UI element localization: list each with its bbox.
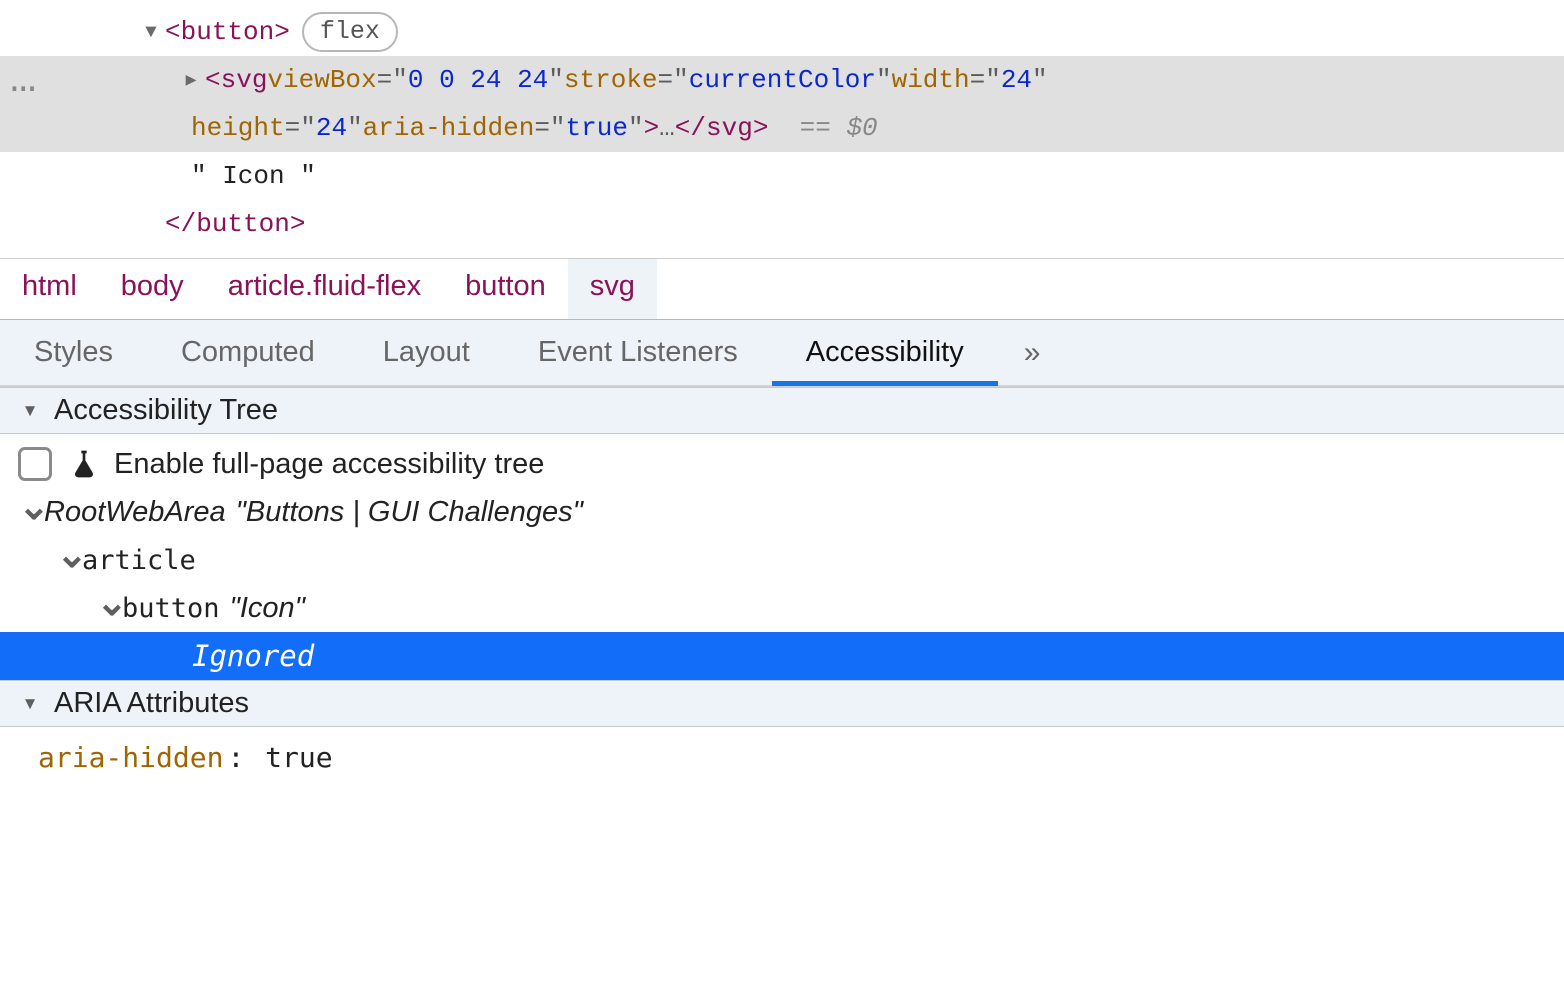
dollar-zero-ref: == $0 — [800, 113, 878, 143]
enable-full-page-tree-checkbox[interactable] — [18, 447, 52, 481]
dom-node-button-close[interactable]: </button> — [0, 200, 1564, 248]
chevron-down-icon — [16, 693, 44, 715]
enable-full-page-tree-label: Enable full-page accessibility tree — [114, 448, 544, 481]
dom-node-svg-wrap[interactable]: height="24" aria-hidden="true">…</svg> =… — [0, 104, 1564, 152]
acc-node-button[interactable]: button "Icon" — [0, 584, 1564, 632]
chevron-down-icon — [16, 400, 44, 422]
acc-node-article[interactable]: article — [0, 536, 1564, 584]
section-title: ARIA Attributes — [54, 687, 249, 720]
tab-accessibility[interactable]: Accessibility — [772, 320, 998, 386]
flask-icon — [68, 448, 100, 480]
section-title: Accessibility Tree — [54, 394, 278, 427]
crumb-html[interactable]: html — [0, 259, 99, 319]
tab-styles[interactable]: Styles — [0, 320, 147, 386]
section-accessibility-tree[interactable]: Accessibility Tree — [0, 387, 1564, 434]
crumb-article[interactable]: article.fluid-flex — [206, 259, 443, 319]
accessibility-tree: Enable full-page accessibility tree Root… — [0, 434, 1564, 680]
crumb-button[interactable]: button — [443, 259, 568, 319]
dom-node-text[interactable]: " Icon " — [0, 152, 1564, 200]
breadcrumb: html body article.fluid-flex button svg — [0, 258, 1564, 319]
crumb-svg[interactable]: svg — [568, 259, 657, 319]
chevron-down-icon[interactable] — [18, 490, 44, 535]
expand-toggle-icon[interactable] — [137, 21, 165, 43]
chevron-down-icon[interactable] — [96, 586, 122, 631]
expand-toggle-icon[interactable] — [177, 69, 205, 91]
tab-computed[interactable]: Computed — [147, 320, 349, 386]
acc-node-root[interactable]: RootWebArea "Buttons | GUI Challenges" — [0, 488, 1564, 536]
tab-event-listeners[interactable]: Event Listeners — [504, 320, 772, 386]
sidebar-tabs: Styles Computed Layout Event Listeners A… — [0, 319, 1564, 387]
tabs-overflow-icon[interactable]: » — [998, 326, 1071, 381]
enable-full-page-tree-row[interactable]: Enable full-page accessibility tree — [0, 440, 1564, 488]
dom-tree[interactable]: <button> flex … <svg viewBox="0 0 24 24"… — [0, 0, 1564, 258]
section-aria-attributes[interactable]: ARIA Attributes — [0, 680, 1564, 727]
aria-attr-value: true — [265, 741, 332, 774]
dom-node-svg[interactable]: … <svg viewBox="0 0 24 24" stroke="curre… — [0, 56, 1564, 104]
flex-badge[interactable]: flex — [302, 12, 398, 52]
aria-attributes-body: aria-hidden: true — [0, 727, 1564, 792]
chevron-down-icon[interactable] — [56, 538, 82, 583]
crumb-body[interactable]: body — [99, 259, 206, 319]
dom-node-button-open[interactable]: <button> flex — [0, 8, 1564, 56]
tab-layout[interactable]: Layout — [349, 320, 504, 386]
acc-node-ignored[interactable]: Ignored — [0, 632, 1564, 680]
aria-attr-name: aria-hidden — [38, 741, 223, 774]
